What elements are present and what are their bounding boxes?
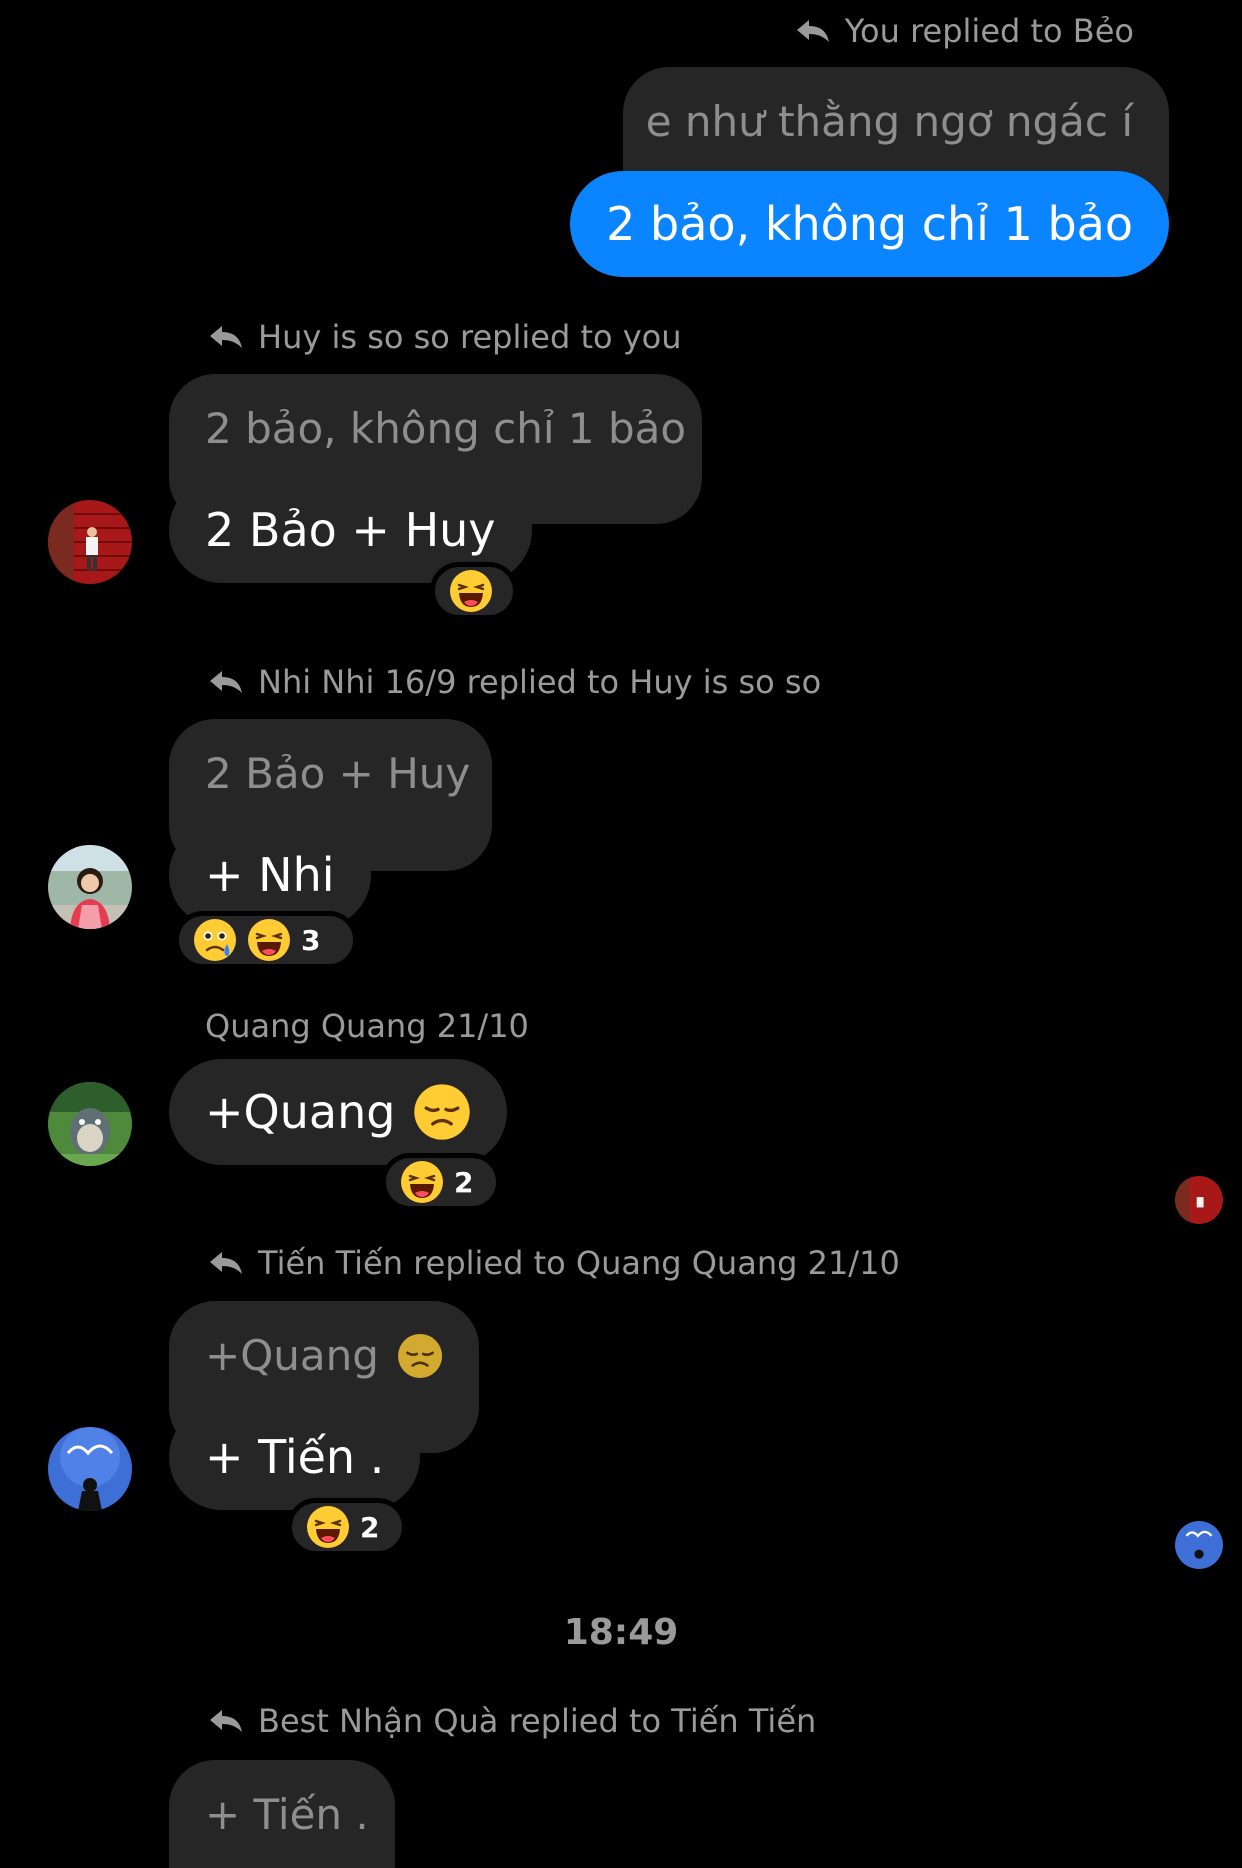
reaction-bar[interactable]: 3 [174,911,358,969]
reply-header-text: Best Nhận Quà replied to Tiến Tiến [258,1702,817,1740]
read-receipt-avatar [1175,1521,1223,1569]
message-bubble[interactable]: 2 bảo, không chỉ 1 bảo [570,171,1169,277]
message-text: + Nhi [205,848,335,902]
avatar-tien-icon [48,1427,132,1511]
avatar[interactable] [48,1427,132,1511]
message-bubble[interactable]: +Quang [169,1059,508,1165]
quoted-text: + Tiến . [205,1790,369,1839]
avatar-nhi-icon [48,845,132,929]
crying-emoji-icon [193,918,237,962]
quoted-message[interactable]: + Tiến . [169,1760,395,1868]
reply-header-text: Huy is so so replied to you [258,318,682,356]
reply-arrow-icon [208,669,244,695]
avatar-tien-small-icon [1175,1521,1223,1569]
avatar[interactable] [48,1082,132,1166]
avatar-huy-icon [48,500,132,584]
quoted-text: 2 bảo, không chỉ 1 bảo [205,404,687,453]
avatar-huy-small-icon [1175,1176,1223,1224]
reply-header-text: You replied to Bẻo [844,12,1134,50]
reply-header: You replied to Bẻo [795,12,1134,50]
reaction-bar[interactable]: 2 [381,1153,501,1211]
quoted-text: e như thằng ngơ ngác í [645,97,1133,146]
laughing-emoji-icon [306,1505,350,1549]
reaction-bar[interactable]: 2 [287,1498,407,1556]
timestamp-divider: 18:49 [563,1612,679,1653]
laughing-emoji-icon [400,1160,444,1204]
sender-name: Quang Quang 21/10 [205,1007,529,1045]
reply-arrow-icon [208,1708,244,1734]
reply-arrow-icon [208,1250,244,1276]
read-receipt-avatar [1175,1176,1223,1224]
message-text: 2 Bảo + Huy [205,503,496,557]
reaction-count: 3 [301,923,321,957]
message-text: 2 bảo, không chỉ 1 bảo [606,197,1133,251]
disappointed-emoji-icon [397,1329,443,1383]
avatar[interactable] [48,500,132,584]
reply-header-text: Tiến Tiến replied to Quang Quang 21/10 [258,1244,900,1282]
laughing-emoji-icon [247,918,291,962]
reply-header: Tiến Tiến replied to Quang Quang 21/10 [208,1244,900,1282]
quoted-text: 2 Bảo + Huy [205,749,471,798]
reply-arrow-icon [795,18,831,44]
reply-header: Best Nhận Quà replied to Tiến Tiến [208,1702,816,1740]
avatar[interactable] [48,845,132,929]
reaction-bar[interactable] [430,562,518,620]
message-text: + Tiến . [205,1430,385,1484]
quoted-text: +Quang [205,1331,379,1380]
laughing-emoji-icon [449,569,493,613]
reply-header: Nhi Nhi 16/9 replied to Huy is so so [208,663,821,701]
message-text: +Quang [205,1085,396,1139]
reply-header: Huy is so so replied to you [208,318,682,356]
avatar-quang-icon [48,1082,132,1166]
message-bubble[interactable]: + Tiến . [169,1404,421,1510]
reply-header-text: Nhi Nhi 16/9 replied to Huy is so so [258,663,822,701]
reply-arrow-icon [208,324,244,350]
reaction-count: 2 [360,1510,380,1544]
reaction-count: 2 [454,1165,474,1199]
disappointed-emoji-icon [413,1083,471,1141]
